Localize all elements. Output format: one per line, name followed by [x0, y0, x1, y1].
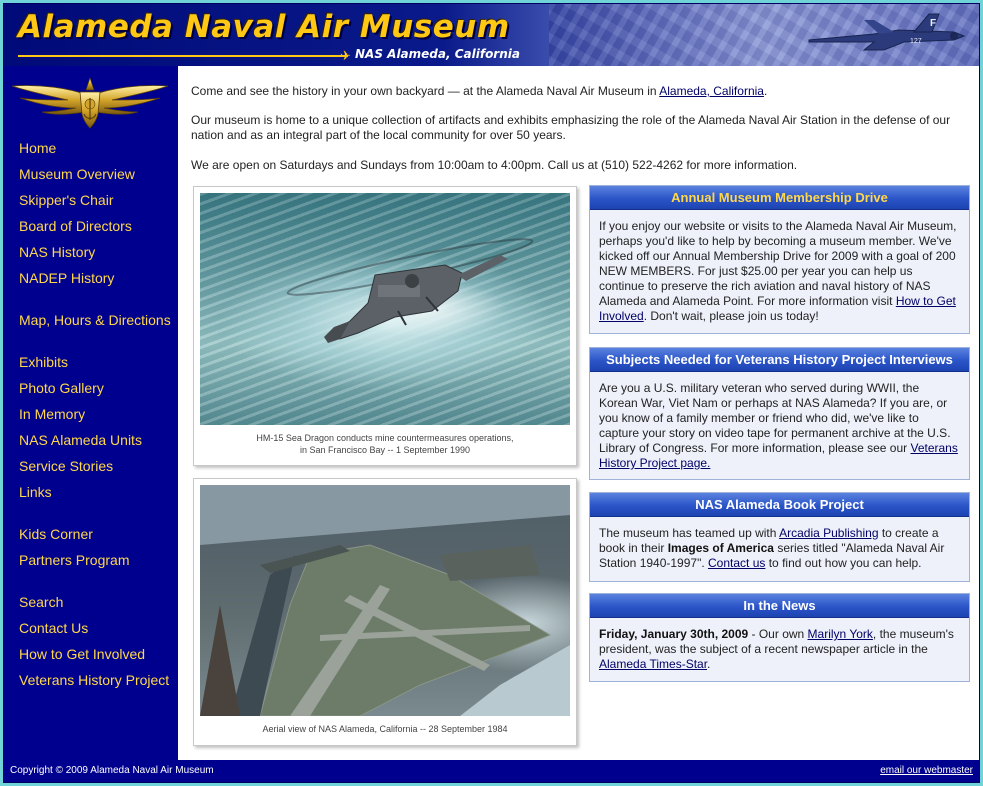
- book-project-body: The museum has teamed up with Arcadia Pu…: [599, 526, 945, 570]
- site-footer: Copyright © 2009 Alameda Naval Air Museu…: [4, 760, 979, 782]
- nav-nadep-history[interactable]: NADEP History: [19, 270, 114, 286]
- intro-paragraph-1: Come and see the history in your own bac…: [191, 84, 768, 98]
- plane-number-marking: 127: [910, 38, 922, 45]
- naval-aviator-wings-logo: [11, 77, 169, 129]
- nav-museum-overview[interactable]: Museum Overview: [19, 166, 135, 182]
- membership-drive-title: Annual Museum Membership Drive: [590, 186, 969, 210]
- nav-contact-us[interactable]: Contact Us: [19, 620, 88, 636]
- helicopter-photo[interactable]: [200, 193, 570, 425]
- nav-search[interactable]: Search: [19, 594, 63, 610]
- veterans-history-card: Subjects Needed for Veterans History Pro…: [589, 347, 970, 480]
- alameda-times-star-link[interactable]: Alameda Times-Star: [599, 657, 707, 671]
- alameda-california-link[interactable]: Alameda, California: [659, 84, 764, 98]
- site-subtitle: NAS Alameda, California: [355, 47, 520, 61]
- intro-paragraph-2: Our museum is home to a unique collectio…: [191, 113, 951, 142]
- nav-photo-gallery[interactable]: Photo Gallery: [19, 380, 104, 396]
- membership-drive-body: If you enjoy our website or visits to th…: [599, 219, 957, 323]
- nav-nas-history[interactable]: NAS History: [19, 244, 95, 260]
- book-project-title: NAS Alameda Book Project: [590, 493, 969, 517]
- photo-card-aerial: Aerial view of NAS Alameda, California -…: [193, 478, 577, 746]
- site-title: Alameda Naval Air Museum: [18, 9, 510, 45]
- aerial-nas-alameda-photo[interactable]: [200, 485, 570, 716]
- nav-partners-program[interactable]: Partners Program: [19, 552, 129, 568]
- fighter-plane-image: F 127: [808, 13, 966, 51]
- contact-us-link[interactable]: Contact us: [708, 556, 765, 570]
- arcadia-publishing-link[interactable]: Arcadia Publishing: [779, 526, 878, 540]
- in-the-news-body: Friday, January 30th, 2009 - Our own Mar…: [599, 627, 954, 671]
- helicopter-illustration: [286, 238, 534, 343]
- book-project-card: NAS Alameda Book Project The museum has …: [589, 492, 970, 582]
- main-content: Come and see the history in your own bac…: [178, 66, 979, 760]
- aerial-caption: Aerial view of NAS Alameda, California -…: [262, 724, 508, 734]
- in-the-news-title: In the News: [590, 594, 969, 618]
- plane-icon: ✈: [340, 48, 351, 63]
- site-header: Alameda Naval Air Museum ✈ NAS Alameda, …: [4, 4, 979, 66]
- nav-how-to-get-involved[interactable]: How to Get Involved: [19, 646, 145, 662]
- helicopter-caption: HM-15 Sea Dragon conducts mine counterme…: [256, 433, 514, 455]
- veterans-history-title: Subjects Needed for Veterans History Pro…: [590, 348, 969, 372]
- intro-paragraph-3: We are open on Saturdays and Sundays fro…: [191, 158, 798, 172]
- marilyn-york-link[interactable]: Marilyn York: [808, 627, 873, 641]
- news-date: Friday, January 30th, 2009: [599, 627, 749, 641]
- copyright-text: Copyright © 2009 Alameda Naval Air Museu…: [10, 765, 214, 776]
- nav-exhibits[interactable]: Exhibits: [19, 354, 68, 370]
- plane-tail-marking: F: [930, 18, 936, 29]
- veterans-history-body: Are you a U.S. military veteran who serv…: [599, 381, 958, 470]
- nav-skippers-chair[interactable]: Skipper's Chair: [19, 192, 114, 208]
- page-frame: Alameda Naval Air Museum ✈ NAS Alameda, …: [3, 3, 980, 783]
- nav-veterans-history-project[interactable]: Veterans History Project: [19, 672, 169, 688]
- photo-card-helicopter: HM-15 Sea Dragon conducts mine counterme…: [193, 186, 577, 466]
- email-webmaster-link[interactable]: email our webmaster: [880, 765, 973, 776]
- membership-drive-card: Annual Museum Membership Drive If you en…: [589, 185, 970, 334]
- nav-home[interactable]: Home: [19, 140, 56, 156]
- nav-links[interactable]: Links: [19, 484, 52, 500]
- nav-board-of-directors[interactable]: Board of Directors: [19, 218, 132, 234]
- nav-kids-corner[interactable]: Kids Corner: [19, 526, 93, 542]
- in-the-news-card: In the News Friday, January 30th, 2009 -…: [589, 593, 970, 682]
- aerial-view-illustration: [200, 485, 570, 716]
- nav-map-hours-directions[interactable]: Map, Hours & Directions: [19, 312, 171, 328]
- sidebar-nav: Home Museum Overview Skipper's Chair Boa…: [4, 66, 178, 760]
- subtitle-rule: [18, 55, 348, 57]
- nav-in-memory[interactable]: In Memory: [19, 406, 85, 422]
- nav-nas-alameda-units[interactable]: NAS Alameda Units: [19, 432, 142, 448]
- nav-service-stories[interactable]: Service Stories: [19, 458, 113, 474]
